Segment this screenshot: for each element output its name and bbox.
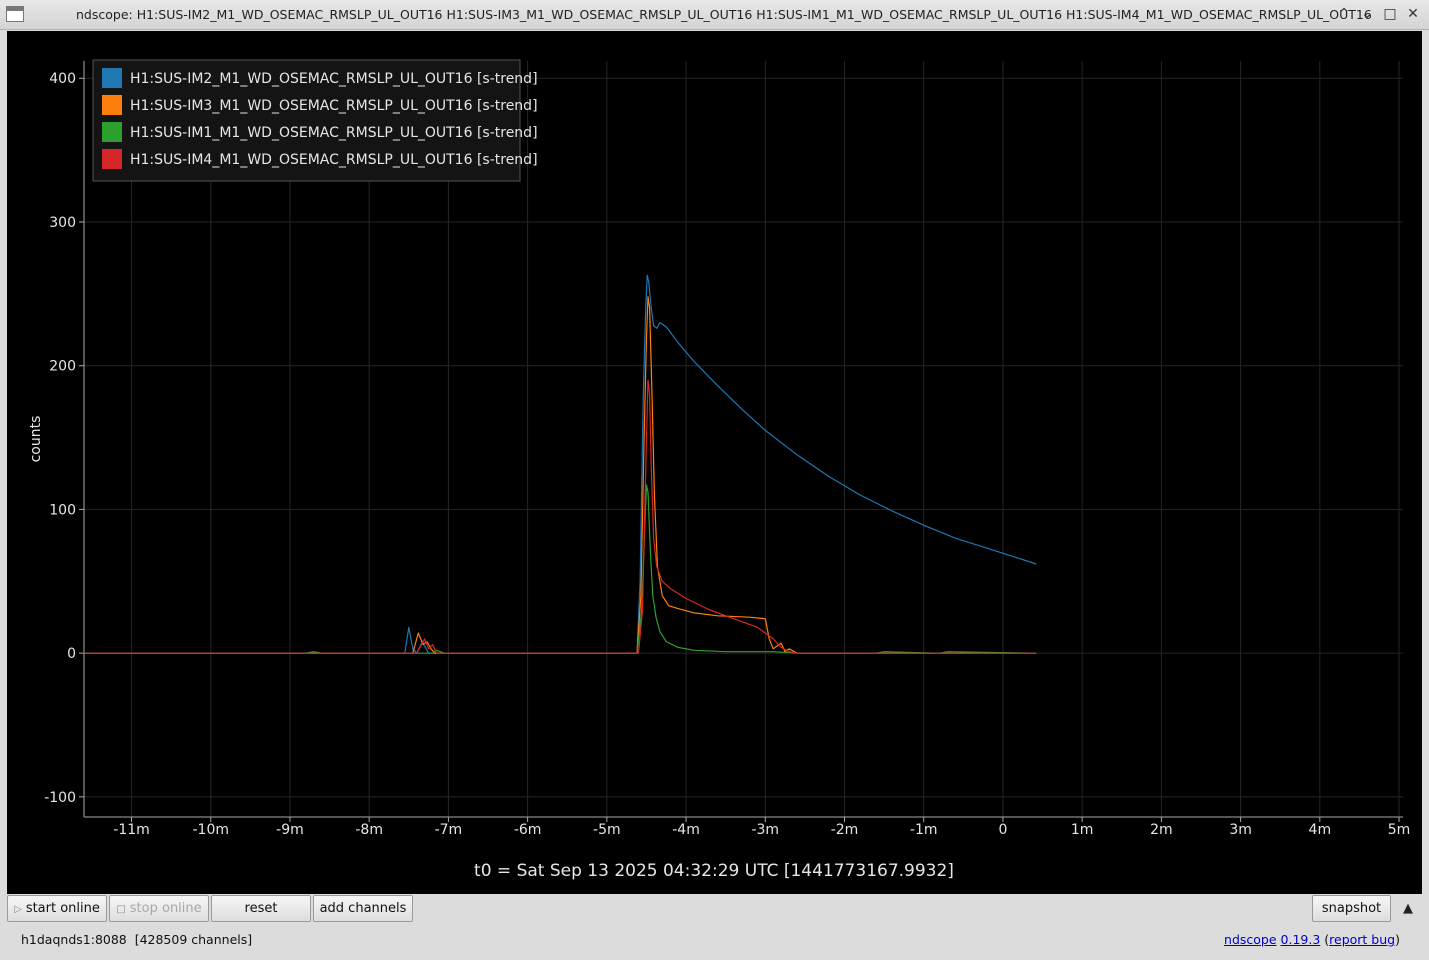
legend-swatch[interactable] <box>102 149 122 169</box>
x-tick-label: 2m <box>1150 822 1173 838</box>
x-tick-label: 4m <box>1309 822 1332 838</box>
about-links: ndscope 0.19.3 (report bug) <box>1224 932 1400 947</box>
series-line <box>84 379 1037 654</box>
stop-icon: □ <box>116 904 126 915</box>
x-tick-label: -10m <box>192 822 229 838</box>
x-tick-label: 3m <box>1229 822 1252 838</box>
legend-swatch[interactable] <box>102 68 122 88</box>
x-tick-label: -5m <box>593 822 621 838</box>
plot-svg[interactable]: -11m -10m -9m -8m -7m -6m -5m -4m -3m -2m -1m 0 1m 2m… <box>7 31 1422 894</box>
title-bar: ndscope: H1:SUS-IM2_M1_WD_OSEMAC_RMSLP_U… <box>0 0 1429 30</box>
x-tick-label: 1m <box>1071 822 1094 838</box>
reset-button[interactable]: reset <box>211 895 311 922</box>
maximize-button[interactable]: ⌄ <box>1357 4 1377 24</box>
y-tick-label: 400 <box>49 71 76 87</box>
x-tick-label: -6m <box>514 822 542 838</box>
x-tick-label: -11m <box>113 822 150 838</box>
x-tick-label: -9m <box>276 822 304 838</box>
legend-entry[interactable]: H1:SUS-IM1_M1_WD_OSEMAC_RMSLP_UL_OUT16 [… <box>130 125 538 141</box>
square-icon: □ <box>1383 6 1397 22</box>
window-title: ndscope: H1:SUS-IM2_M1_WD_OSEMAC_RMSLP_U… <box>76 7 1372 22</box>
chevron-down-icon: ⌄ <box>1361 6 1373 22</box>
server-status: h1daqnds1:8088 [428509 channels] <box>21 932 253 947</box>
plot-area[interactable]: -11m -10m -9m -8m -7m -6m -5m -4m -3m -2m -1m 0 1m 2m… <box>7 31 1422 894</box>
y-axis-label: counts <box>28 416 44 463</box>
series-line <box>84 484 1037 654</box>
chevron-up-icon: ⌃ <box>1338 6 1350 22</box>
legend-entry[interactable]: H1:SUS-IM4_M1_WD_OSEMAC_RMSLP_UL_OUT16 [… <box>130 152 538 168</box>
window-app-icon[interactable] <box>6 6 24 22</box>
x-tick-label: -8m <box>355 822 383 838</box>
triangle-up-icon: ▲ <box>1403 901 1413 916</box>
start-online-label: start online <box>25 901 100 916</box>
version-link[interactable]: 0.19.3 <box>1281 932 1321 947</box>
legend-swatch[interactable] <box>102 95 122 115</box>
x-tick-label: -4m <box>672 822 700 838</box>
legend-entry[interactable]: H1:SUS-IM3_M1_WD_OSEMAC_RMSLP_UL_OUT16 [… <box>130 98 538 114</box>
paren-close: ) <box>1395 932 1400 947</box>
y-tick-label: 0 <box>67 646 76 662</box>
x-tick-label: -3m <box>751 822 779 838</box>
minimize-button[interactable]: ⌃ <box>1334 4 1354 24</box>
x-tick-label: 0 <box>998 822 1007 838</box>
legend-entry[interactable]: H1:SUS-IM2_M1_WD_OSEMAC_RMSLP_UL_OUT16 [… <box>130 71 538 87</box>
y-tick-label: 300 <box>49 215 76 231</box>
report-bug-link[interactable]: report bug <box>1329 932 1395 947</box>
close-icon: ✕ <box>1407 6 1419 22</box>
x-tick-label: -2m <box>831 822 859 838</box>
x-axis-label: t0 = Sat Sep 13 2025 04:32:29 UTC [14417… <box>474 861 954 881</box>
series-line <box>84 274 1037 654</box>
x-tick-label: -7m <box>435 822 463 838</box>
add-channels-button[interactable]: add channels <box>313 895 413 922</box>
expand-panel-button[interactable]: ▲ <box>1398 899 1418 919</box>
snapshot-label: snapshot <box>1321 901 1382 916</box>
close-button[interactable]: ✕ <box>1403 4 1423 24</box>
y-tick-label: 100 <box>49 502 76 518</box>
ndscope-link[interactable]: ndscope <box>1224 932 1277 947</box>
start-online-button[interactable]: ▷ start online <box>7 895 107 922</box>
play-icon: ▷ <box>14 904 22 915</box>
x-tick-label: -1m <box>910 822 938 838</box>
legend-swatch[interactable] <box>102 122 122 142</box>
x-tick-label: 5m <box>1388 822 1411 838</box>
stop-online-button[interactable]: □ stop online <box>109 895 209 922</box>
y-tick-label: -100 <box>44 790 76 806</box>
restore-button[interactable]: □ <box>1380 4 1400 24</box>
stop-online-label: stop online <box>129 901 202 916</box>
snapshot-button[interactable]: snapshot <box>1312 895 1391 922</box>
reset-label: reset <box>244 901 278 916</box>
series-line <box>84 296 1037 654</box>
y-tick-label: 200 <box>49 359 76 375</box>
add-channels-label: add channels <box>319 901 407 916</box>
